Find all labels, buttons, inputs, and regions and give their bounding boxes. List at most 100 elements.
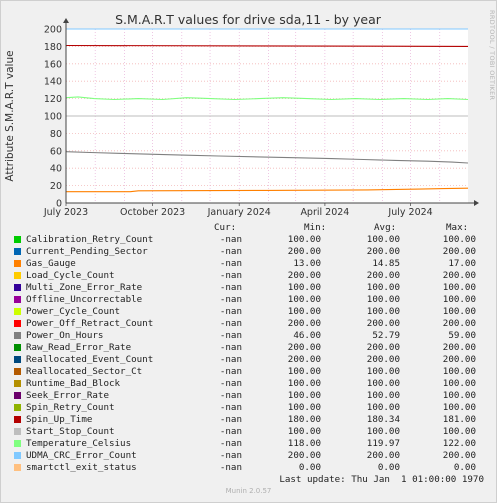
legend-min-value: 100.00	[287, 402, 321, 413]
legend-avg-value: 200.00	[366, 270, 400, 281]
legend-row: Current_Pending_Sector -nan 200.00 200.00 20…	[0, 246, 497, 258]
legend-swatch	[14, 452, 21, 459]
legend-max-value: 17.00	[448, 258, 476, 269]
legend-row: Reallocated_Event_Count -nan 200.00 200.00 2…	[0, 354, 497, 366]
legend-min-value: 100.00	[287, 282, 321, 293]
legend-avg-value: 100.00	[366, 426, 400, 437]
x-tick-label: January 2024	[207, 207, 271, 218]
legend-swatch	[14, 368, 21, 375]
legend-cur-value: -nan	[219, 414, 242, 425]
legend-max-value: 0.00	[453, 462, 476, 473]
legend-swatch	[14, 272, 21, 279]
legend-header-avg: Avg:	[374, 222, 397, 233]
legend-series-name: Gas_Gauge	[26, 258, 76, 269]
legend-min-value: 100.00	[287, 378, 321, 389]
legend-series-name: Raw_Read_Error_Rate	[26, 342, 132, 353]
legend-header-min: Min:	[304, 222, 327, 233]
y-tick-label: 120	[44, 94, 62, 105]
legend-swatch	[14, 320, 21, 327]
legend-series-name: Start_Stop_Count	[26, 426, 115, 437]
y-axis-arrow	[63, 18, 69, 23]
legend-max-value: 200.00	[442, 318, 476, 329]
legend-cur-value: -nan	[219, 306, 242, 317]
legend-series-name: Reallocated_Sector_Ct	[26, 366, 143, 377]
legend-max-value: 200.00	[442, 270, 476, 281]
legend-row: Spin_Retry_Count -nan 100.00 100.00 100.00	[0, 402, 497, 414]
legend-min-value: 100.00	[287, 306, 321, 317]
legend-avg-value: 100.00	[366, 306, 400, 317]
legend-max-value: 100.00	[442, 366, 476, 377]
y-tick-label: 20	[50, 181, 62, 192]
legend-row: Calibration_Retry_Count -nan 100.00 100.00 1…	[0, 234, 497, 246]
legend-cur-value: -nan	[219, 282, 242, 293]
legend-avg-value: 180.34	[366, 414, 400, 425]
legend-row: Temperature_Celsius -nan 118.00 119.97 122.0…	[0, 438, 497, 450]
legend-max-value: 100.00	[442, 426, 476, 437]
legend-row: Runtime_Bad_Block -nan 100.00 100.00 100.00	[0, 378, 497, 390]
legend-row: Spin_Up_Time -nan 180.00 180.34 181.00	[0, 414, 497, 426]
legend-swatch	[14, 344, 21, 351]
legend-series-name: Runtime_Bad_Block	[26, 378, 121, 389]
legend-min-value: 200.00	[287, 354, 321, 365]
legend-cur-value: -nan	[219, 270, 242, 281]
legend-min-value: 100.00	[287, 390, 321, 401]
legend-max-value: 59.00	[448, 330, 476, 341]
legend-cur-value: -nan	[219, 390, 242, 401]
legend-cur-value: -nan	[219, 258, 242, 269]
legend-row: smartctl_exit_status -nan 0.00 0.00 0.00	[0, 462, 497, 474]
legend-cur-value: -nan	[219, 342, 242, 353]
legend-swatch	[14, 356, 21, 363]
legend-min-value: 118.00	[287, 438, 321, 449]
legend-series-name: smartctl_exit_status	[26, 462, 137, 473]
legend-min-value: 200.00	[287, 318, 321, 329]
legend-row: Offline_Uncorrectable -nan 100.00 100.00 100…	[0, 294, 497, 306]
legend-cur-value: -nan	[219, 462, 242, 473]
legend-swatch	[14, 380, 21, 387]
x-tick-label: October 2023	[120, 207, 185, 218]
legend-avg-value: 100.00	[366, 390, 400, 401]
legend-swatch	[14, 308, 21, 315]
legend-max-value: 100.00	[442, 402, 476, 413]
legend-max-value: 122.00	[442, 438, 476, 449]
legend-max-value: 100.00	[442, 282, 476, 293]
legend-cur-value: -nan	[219, 354, 242, 365]
munin-version: Munin 2.0.57	[225, 487, 272, 495]
legend-avg-value: 100.00	[366, 402, 400, 413]
y-tick-label: 160	[44, 59, 62, 70]
legend-avg-value: 100.00	[366, 366, 400, 377]
legend-cur-value: -nan	[219, 294, 242, 305]
legend-row: Reallocated_Sector_Ct -nan 100.00 100.00 100…	[0, 366, 497, 378]
legend-row: Start_Stop_Count -nan 100.00 100.00 100.00	[0, 426, 497, 438]
legend-table: Calibration_Retry_Count -nan 100.00 100.00 1…	[0, 234, 497, 474]
legend-row: UDMA_CRC_Error_Count -nan 200.00 200.00 200.…	[0, 450, 497, 462]
y-axis-label: Attribute S.M.A.R.T value	[4, 50, 16, 181]
legend-series-name: Load_Cycle_Count	[26, 270, 115, 281]
legend-swatch	[14, 332, 21, 339]
legend-max-value: 100.00	[442, 378, 476, 389]
y-tick-label: 60	[50, 146, 62, 157]
x-axis-arrow	[474, 200, 479, 206]
legend-avg-value: 119.97	[366, 438, 400, 449]
legend-series-name: Calibration_Retry_Count	[26, 234, 154, 245]
legend-series-name: Reallocated_Event_Count	[26, 354, 154, 365]
legend-series-name: UDMA_CRC_Error_Count	[26, 450, 137, 461]
legend-series-name: Spin_Retry_Count	[26, 402, 115, 413]
legend-cur-value: -nan	[219, 426, 242, 437]
y-tick-label: 140	[44, 77, 62, 88]
legend-cur-value: -nan	[219, 402, 242, 413]
legend-swatch	[14, 440, 21, 447]
legend-series-name: Power_On_Hours	[26, 330, 104, 341]
legend-avg-value: 0.00	[377, 462, 400, 473]
legend-min-value: 180.00	[287, 414, 321, 425]
legend-min-value: 100.00	[287, 234, 321, 245]
legend-avg-value: 200.00	[366, 354, 400, 365]
legend-series-name: Power_Off_Retract_Count	[26, 318, 154, 329]
legend-series-name: Multi_Zone_Error_Rate	[26, 282, 143, 293]
legend-swatch	[14, 428, 21, 435]
legend-cur-value: -nan	[219, 318, 242, 329]
legend-swatch	[14, 416, 21, 423]
legend-row: Raw_Read_Error_Rate -nan 200.00 200.00 200.0…	[0, 342, 497, 354]
legend-swatch	[14, 284, 21, 291]
legend-avg-value: 100.00	[366, 282, 400, 293]
legend-cur-value: -nan	[219, 378, 242, 389]
